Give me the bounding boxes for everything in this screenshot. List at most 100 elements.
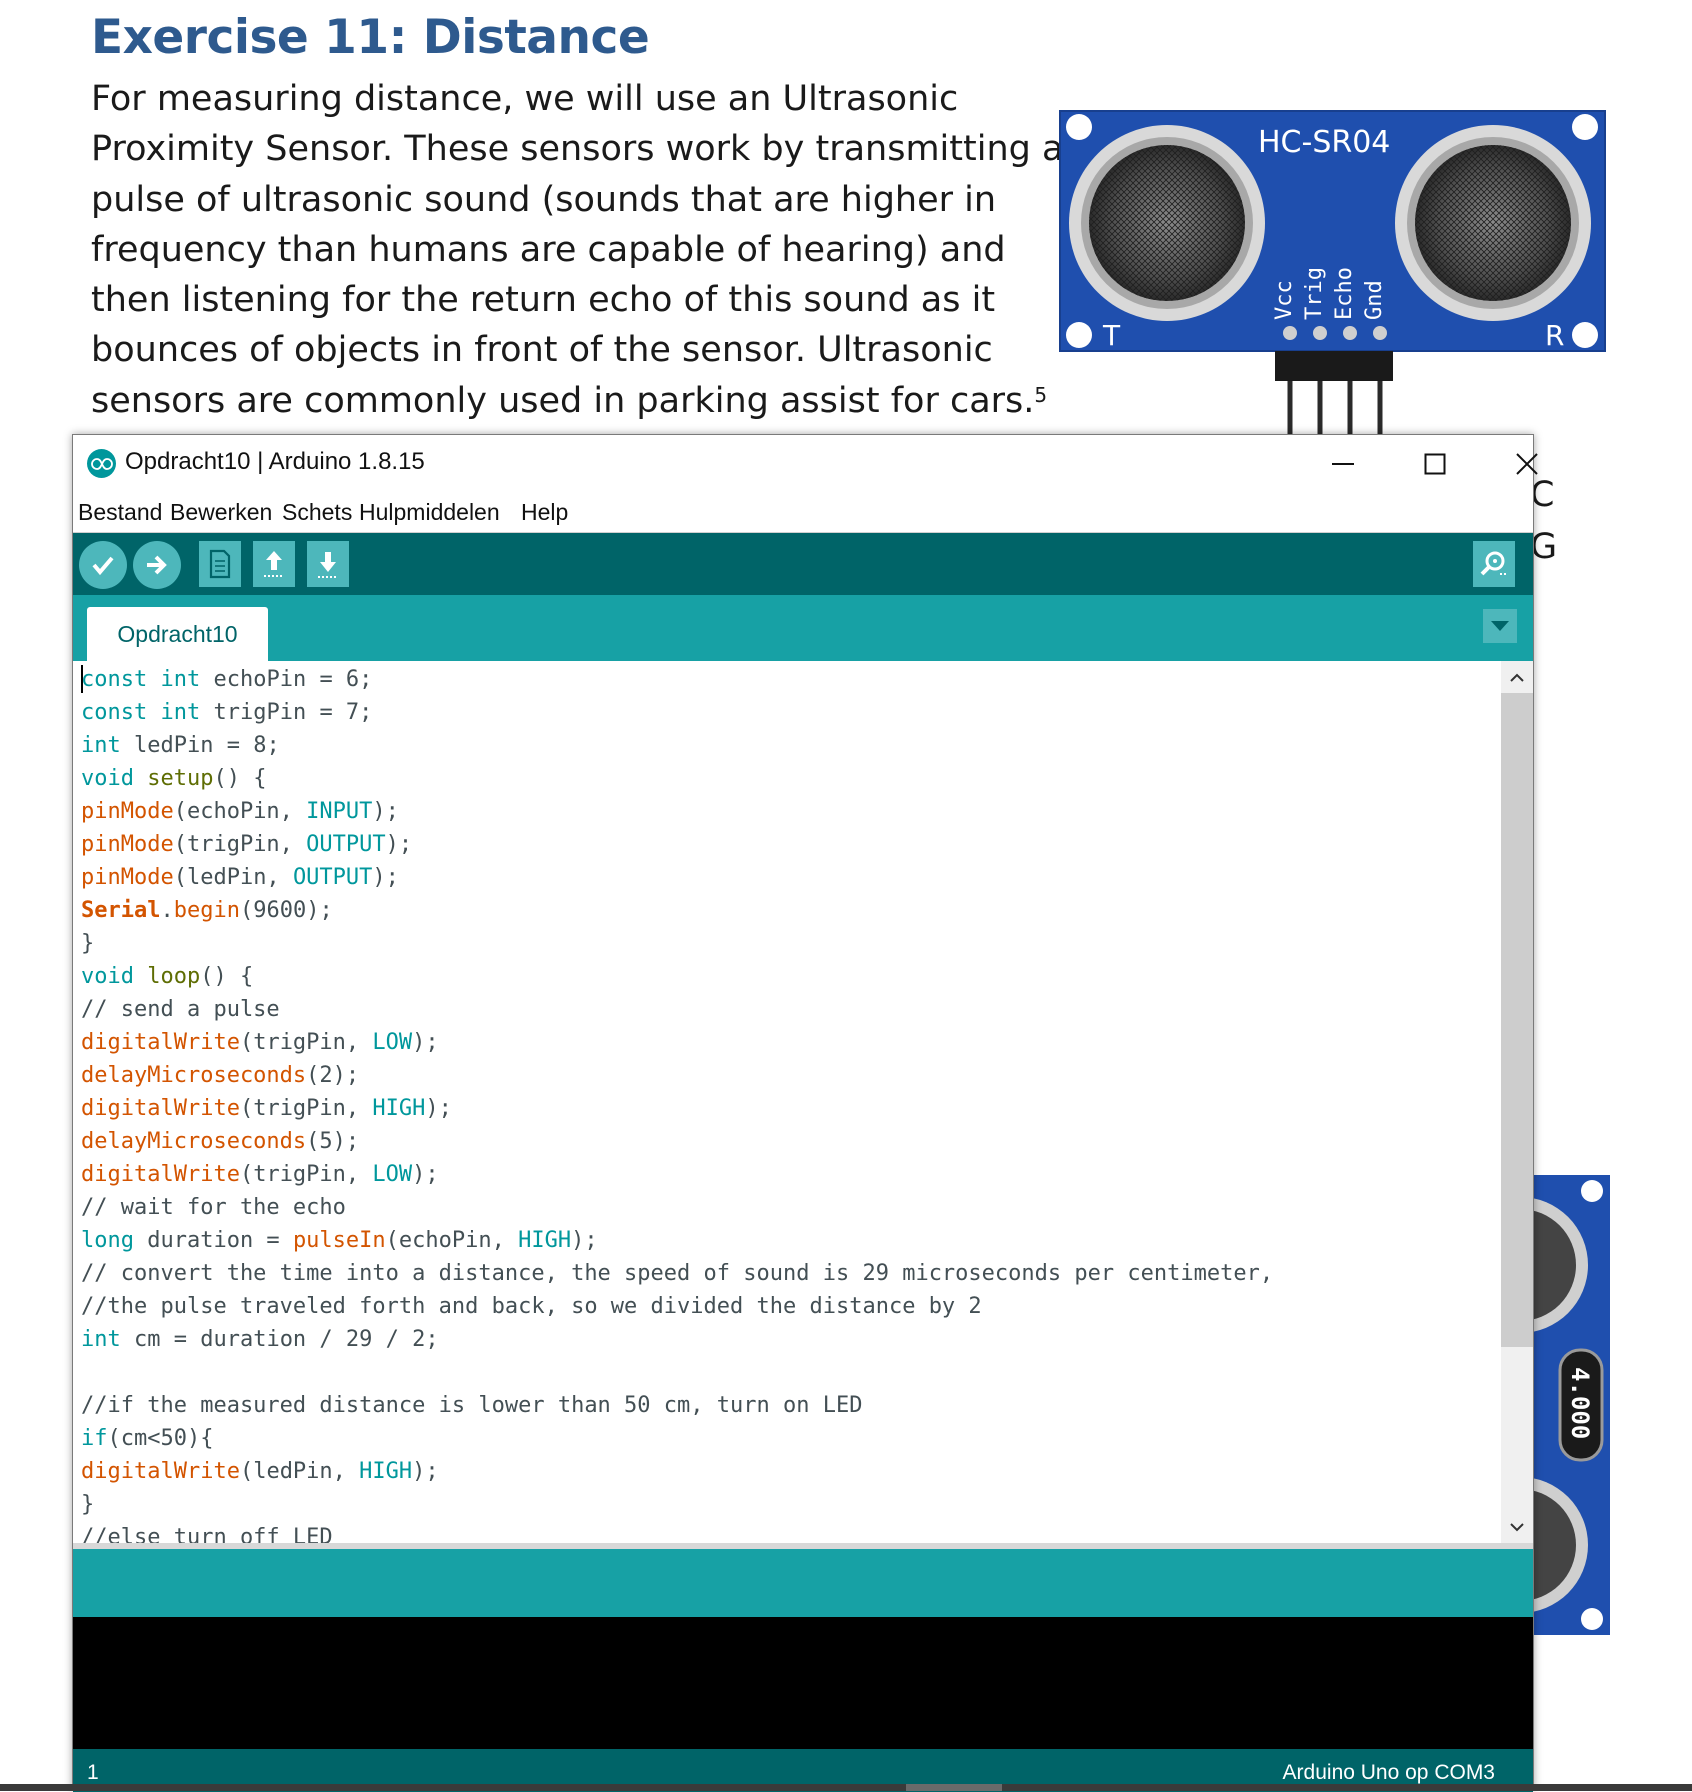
save-sketch-button[interactable] <box>307 541 349 587</box>
code-token: pinMode <box>81 799 174 824</box>
code-token: ledPin = 8; <box>120 733 280 758</box>
window-title: Opdracht10 | Arduino 1.8.15 <box>125 448 425 475</box>
code-token: (trigPin, <box>173 832 307 857</box>
ultrasonic-sensor-image: HC-SR04 Vcc Trig Echo Gnd T R <box>1059 110 1606 435</box>
code-line: int ledPin = 8; <box>81 729 280 762</box>
code-token: } <box>81 1492 95 1517</box>
paragraph-line: pulse of ultrasonic sound (sounds that a… <box>91 179 997 220</box>
code-token: OUTPUT <box>292 865 373 890</box>
menu-hulpmiddelen[interactable]: Hulpmiddelen <box>359 499 500 526</box>
cut-off-text: G <box>1530 527 1558 567</box>
close-button[interactable] <box>1487 435 1567 493</box>
code-token: void <box>81 964 134 989</box>
open-icon <box>264 551 284 577</box>
board-port-label: Arduino Uno op COM3 <box>1282 1761 1495 1784</box>
code-token: (ledPin, <box>173 865 293 890</box>
code-line: // send a pulse <box>81 993 280 1026</box>
code-line: const int trigPin = 7; <box>81 696 372 729</box>
paragraph-line: then listening for the return echo of th… <box>91 280 996 321</box>
close-icon <box>1516 453 1538 475</box>
code-token: ); <box>412 1459 439 1484</box>
code-line: pinMode(trigPin, OUTPUT); <box>81 828 412 861</box>
scroll-thumb[interactable] <box>1501 693 1533 1347</box>
code-token: begin <box>173 898 240 923</box>
serial-monitor-button[interactable] <box>1473 541 1515 587</box>
code-token: () { <box>213 766 267 791</box>
scroll-down-button[interactable] <box>1501 1511 1533 1543</box>
code-token: int <box>160 700 201 725</box>
open-sketch-button[interactable] <box>253 541 295 587</box>
code-editor[interactable]: const int echoPin = 6; const int trigPin … <box>73 661 1503 1543</box>
crystal-label: 4.000 <box>1566 1367 1594 1439</box>
scroll-up-button[interactable] <box>1501 661 1533 693</box>
new-file-icon <box>209 549 231 579</box>
code-token: Serial <box>81 898 161 923</box>
code-token: void <box>81 766 134 791</box>
tab-opdracht10[interactable]: Opdracht10 <box>87 607 268 661</box>
console-output[interactable] <box>73 1617 1533 1749</box>
code-token: LOW <box>372 1162 413 1187</box>
code-line: pinMode(echoPin, INPUT); <box>81 795 399 828</box>
code-token: digitalWrite <box>81 1459 240 1484</box>
maximize-button[interactable] <box>1395 435 1475 493</box>
code-line: digitalWrite(trigPin, LOW); <box>81 1026 439 1059</box>
code-line: } <box>81 1488 94 1521</box>
code-token: LOW <box>372 1030 413 1055</box>
code-token: ); <box>372 865 399 890</box>
code-line: pinMode(ledPin, OUTPUT); <box>81 861 399 894</box>
menu-bewerken[interactable]: Bewerken <box>170 499 272 526</box>
code-token: int <box>81 1327 121 1352</box>
code-token: } <box>81 931 95 956</box>
menu-help[interactable]: Help <box>521 499 568 526</box>
tab-bar: Opdracht10 <box>73 595 1533 661</box>
serial-monitor-icon <box>1480 551 1506 576</box>
editor-scrollbar[interactable] <box>1501 661 1533 1543</box>
code-line: digitalWrite(ledPin, HIGH); <box>81 1455 439 1488</box>
code-token: INPUT <box>306 799 373 824</box>
code-token: HIGH <box>518 1228 572 1253</box>
exercise-heading: Exercise 11: Distance <box>91 10 650 65</box>
sensor-mark-t: T <box>1102 319 1121 352</box>
tab-menu-button[interactable] <box>1483 609 1517 643</box>
code-token: pulseIn <box>292 1228 386 1253</box>
paragraph-line: frequency than humans are capable of hea… <box>91 229 1006 270</box>
code-token: cm = duration / 29 / 2; <box>120 1327 439 1352</box>
paragraph-line: bounces of objects in front of the senso… <box>91 330 993 371</box>
sensor-model-label: HC-SR04 <box>1258 125 1390 160</box>
code-token: ); <box>385 832 413 857</box>
code-token: ); <box>412 1162 439 1187</box>
menu-bestand[interactable]: Bestand <box>78 499 162 526</box>
chevron-down-icon <box>1491 621 1509 631</box>
code-line: // convert the time into a distance, the… <box>81 1257 1273 1290</box>
code-line: int cm = duration / 29 / 2; <box>81 1323 439 1356</box>
code-line: //else turn off LED <box>81 1521 333 1543</box>
verify-icon <box>92 556 114 576</box>
code-token: const <box>81 700 148 725</box>
title-bar[interactable]: Opdracht10 | Arduino 1.8.15 <box>73 435 1538 493</box>
code-token: pinMode <box>81 832 174 857</box>
upload-button[interactable] <box>133 541 181 589</box>
menu-schets[interactable]: Schets <box>282 499 352 526</box>
pin-label: Gnd <box>1362 280 1387 320</box>
message-area <box>73 1549 1533 1617</box>
minimize-button[interactable] <box>1303 435 1383 493</box>
arduino-logo-icon <box>87 449 116 478</box>
code-line: //if the measured distance is lower than… <box>81 1389 862 1422</box>
code-token: //the pulse traveled forth and back, so … <box>81 1294 982 1319</box>
paragraph-line-text: sensors are commonly used in parking ass… <box>91 380 1035 421</box>
chevron-down-icon <box>1510 1522 1524 1531</box>
code-token: setup <box>147 766 214 791</box>
verify-button[interactable] <box>79 541 127 589</box>
footnote-marker: 5 <box>1034 382 1048 407</box>
code-token: HIGH <box>372 1096 426 1121</box>
pin-label: Vcc <box>1272 280 1297 320</box>
code-token: () { <box>200 964 254 989</box>
code-token: pinMode <box>81 865 174 890</box>
code-token: (trigPin, <box>239 1030 373 1055</box>
code-token: //if the measured distance is lower than… <box>81 1393 863 1418</box>
new-sketch-button[interactable] <box>199 541 241 587</box>
pin-label: Echo <box>1332 267 1357 320</box>
